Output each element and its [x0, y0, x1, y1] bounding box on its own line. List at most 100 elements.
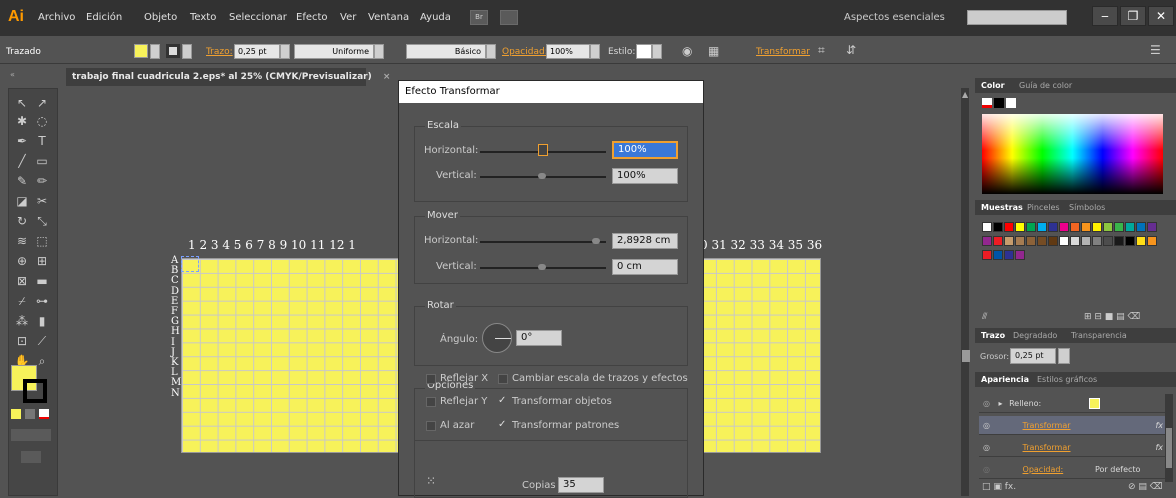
- search-input[interactable]: [967, 10, 1067, 25]
- canvas-vertical-scrollbar[interactable]: [961, 88, 969, 496]
- perspective-grid-tool-icon[interactable]: ⊞: [33, 253, 51, 269]
- color-swatch[interactable]: [1037, 222, 1047, 232]
- scale-vertical-slider-thumb[interactable]: [538, 173, 546, 179]
- shape-builder-tool-icon[interactable]: ⊕: [13, 253, 31, 269]
- profile-dropdown[interactable]: [374, 44, 384, 59]
- workspace-switcher[interactable]: Aspectos esenciales: [844, 12, 945, 23]
- stroke-weight-input[interactable]: 0,25 pt: [234, 44, 280, 59]
- color-swatch[interactable]: [993, 222, 1003, 232]
- mesh-tool-icon[interactable]: ⊠: [13, 273, 31, 289]
- opacity-input[interactable]: 100%: [546, 44, 590, 59]
- swatch-libraries-icon[interactable]: ⫻: [982, 312, 987, 322]
- color-swatch[interactable]: [1070, 236, 1080, 246]
- color-swatch[interactable]: [1125, 222, 1135, 232]
- color-swatch[interactable]: [1114, 222, 1124, 232]
- eraser-tool-icon[interactable]: ◪: [13, 193, 31, 209]
- stroke-dropdown[interactable]: [182, 44, 192, 59]
- arrange-icon[interactable]: ⇵: [846, 43, 856, 57]
- stroke-link[interactable]: Trazo:: [206, 47, 233, 57]
- appearance-fill-row[interactable]: ◎ ▸ Relleno:: [979, 394, 1169, 413]
- pencil-tool-icon[interactable]: ✏: [33, 173, 51, 189]
- color-swatch[interactable]: [1136, 236, 1146, 246]
- color-white-swatch[interactable]: [1006, 98, 1016, 108]
- color-swatch[interactable]: [1026, 236, 1036, 246]
- screen-mode-button[interactable]: [21, 451, 41, 463]
- selection-tool-icon[interactable]: ↖: [13, 95, 31, 111]
- color-swatch[interactable]: [1103, 222, 1113, 232]
- appearance-footer-right-icons[interactable]: ⊘ ▤ ⌫: [1128, 482, 1163, 492]
- minimize-button[interactable]: ‒: [1092, 6, 1118, 26]
- menu-archivo[interactable]: Archivo: [38, 12, 75, 23]
- profile-select[interactable]: Uniforme: [294, 44, 374, 59]
- appearance-transform-link-2[interactable]: Transformar: [1023, 443, 1071, 452]
- appearance-scroll-thumb[interactable]: [1166, 428, 1172, 468]
- document-tab-close[interactable]: ×: [383, 72, 391, 82]
- appearance-fill-swatch[interactable]: [1089, 398, 1100, 409]
- move-horizontal-slider-thumb[interactable]: [592, 238, 600, 244]
- appearance-fx-icon-1[interactable]: fx: [1155, 416, 1163, 435]
- angle-input[interactable]: 0°: [516, 330, 562, 346]
- swatch-footer-icons[interactable]: ⊞ ⊟ ■ ▤ ⌫: [1084, 312, 1140, 322]
- menu-texto[interactable]: Texto: [190, 12, 216, 23]
- color-swatch[interactable]: [1147, 236, 1157, 246]
- color-none-swatch[interactable]: [982, 98, 992, 108]
- appearance-opacity-link[interactable]: Opacidad:: [1023, 465, 1064, 474]
- restore-button[interactable]: ❐: [1120, 6, 1146, 26]
- transparency-tab[interactable]: Transparencia: [1071, 328, 1127, 343]
- color-swatch[interactable]: [1026, 222, 1036, 232]
- weight-input[interactable]: 0,25 pt: [1010, 348, 1056, 364]
- arrange-documents-button[interactable]: [500, 10, 518, 25]
- gradient-mode-button[interactable]: [25, 409, 35, 419]
- reference-point-icon[interactable]: ⁙: [426, 474, 436, 488]
- color-swatch[interactable]: [1125, 236, 1135, 246]
- scale-horizontal-input[interactable]: 100%: [612, 141, 678, 159]
- color-guide-tab[interactable]: Guía de color: [1019, 78, 1072, 93]
- color-spectrum[interactable]: [982, 114, 1163, 194]
- artboard-tool-icon[interactable]: ⊡: [13, 333, 31, 349]
- stroke-color-box[interactable]: [23, 379, 47, 403]
- menu-efecto[interactable]: Efecto: [296, 12, 328, 23]
- appearance-transform-link-1[interactable]: Transformar: [1023, 421, 1071, 430]
- eyedropper-tool-icon[interactable]: ⌿: [13, 293, 31, 309]
- color-mode-button[interactable]: [11, 409, 21, 419]
- style-dropdown[interactable]: [652, 44, 662, 59]
- symbols-tab[interactable]: Símbolos: [1069, 200, 1105, 215]
- opacity-dropdown[interactable]: [590, 44, 600, 59]
- gradient-tool-icon[interactable]: ▬: [33, 273, 51, 289]
- graphic-styles-tab[interactable]: Estilos gráficos: [1037, 372, 1097, 387]
- color-tab[interactable]: Color: [981, 78, 1005, 93]
- color-swatch[interactable]: [1037, 236, 1047, 246]
- color-swatch[interactable]: [1015, 250, 1025, 260]
- move-horizontal-input[interactable]: 2,8928 cm: [612, 233, 678, 249]
- color-swatch[interactable]: [982, 222, 992, 232]
- appearance-tab[interactable]: Apariencia: [981, 372, 1029, 387]
- menu-ver[interactable]: Ver: [340, 12, 356, 23]
- color-swatch[interactable]: [1004, 250, 1014, 260]
- color-swatch[interactable]: [1048, 236, 1058, 246]
- rectangle-tool-icon[interactable]: ▭: [33, 153, 51, 169]
- rotate-tool-icon[interactable]: ↻: [13, 213, 31, 229]
- move-vertical-input[interactable]: 0 cm: [612, 259, 678, 275]
- scissors-tool-icon[interactable]: ✂: [33, 193, 51, 209]
- fill-dropdown[interactable]: [150, 44, 160, 59]
- style-swatch[interactable]: [636, 44, 652, 59]
- canvas-scroll-up-icon[interactable]: ▲: [962, 90, 968, 99]
- color-swatch[interactable]: [1004, 236, 1014, 246]
- brush-dropdown[interactable]: [486, 44, 496, 59]
- selected-cell[interactable]: [181, 256, 199, 272]
- paintbrush-tool-icon[interactable]: ✎: [13, 173, 31, 189]
- panel-menu-icon[interactable]: ☰: [1150, 43, 1161, 57]
- appearance-fx-icon-2[interactable]: fx: [1155, 438, 1163, 457]
- magic-wand-tool-icon[interactable]: ✱: [13, 113, 31, 129]
- menu-objeto[interactable]: Objeto: [144, 12, 177, 23]
- blend-tool-icon[interactable]: ⊶: [33, 293, 51, 309]
- transform-link[interactable]: Transformar: [756, 47, 810, 57]
- transform-patterns-checkbox[interactable]: ✓: [498, 419, 506, 430]
- move-horizontal-slider[interactable]: [480, 241, 606, 243]
- canvas-scroll-thumb[interactable]: [962, 350, 970, 362]
- scale-tool-icon[interactable]: ⤡: [33, 213, 51, 229]
- swatches-tab[interactable]: Muestras: [981, 200, 1023, 215]
- close-button[interactable]: ✕: [1148, 6, 1174, 26]
- copies-input[interactable]: 35: [558, 477, 604, 493]
- random-checkbox[interactable]: [426, 421, 436, 431]
